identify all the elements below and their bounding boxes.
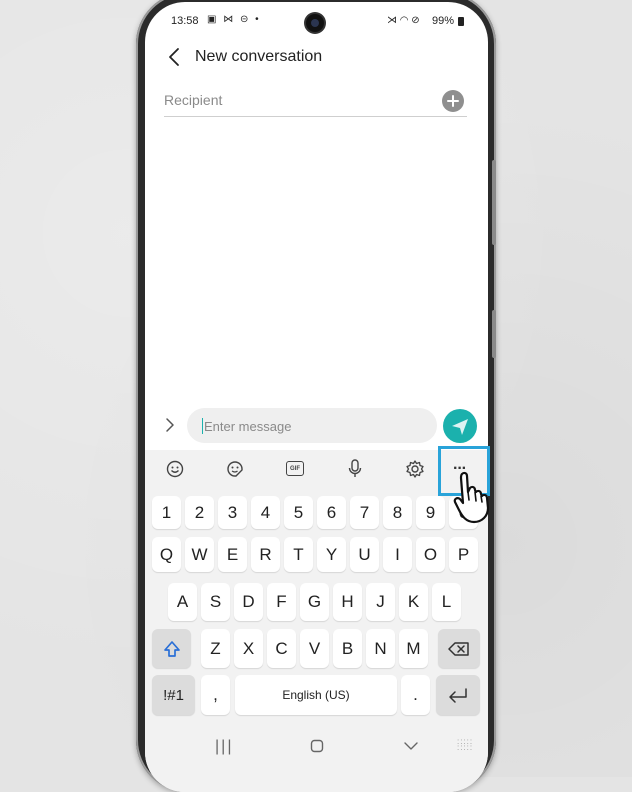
key-2[interactable]: 2 [185, 496, 214, 529]
key-v[interactable]: V [300, 629, 329, 668]
front-camera [306, 14, 324, 32]
key-a[interactable]: A [168, 583, 197, 621]
key-w[interactable]: W [185, 537, 214, 572]
key-f[interactable]: F [267, 583, 296, 621]
status-time: 13:58 [171, 15, 199, 27]
plus-icon [447, 95, 459, 107]
screen: 13:58 ▣ ⋈ ⊝ • ⋊ ◠ ⊘ 99% New conversation… [145, 2, 488, 792]
back-arrow-icon[interactable] [167, 47, 181, 67]
key-h[interactable]: H [333, 583, 362, 621]
message-placeholder: Enter message [204, 419, 292, 434]
key-d[interactable]: D [234, 583, 263, 621]
key-k[interactable]: K [399, 583, 428, 621]
shift-key[interactable] [152, 629, 191, 668]
key-s[interactable]: S [201, 583, 230, 621]
key-m[interactable]: M [399, 629, 428, 668]
key-r[interactable]: R [251, 537, 280, 572]
key-6[interactable]: 6 [317, 496, 346, 529]
emoji-icon[interactable] [165, 459, 185, 479]
key-n[interactable]: N [366, 629, 395, 668]
key-p[interactable]: P [449, 537, 478, 572]
notification-icons: ▣ ⋈ ⊝ • [207, 14, 261, 25]
signal-icons: ⋊ ◠ ⊘ [387, 15, 420, 26]
expand-chevron-icon[interactable] [165, 417, 175, 433]
key-q[interactable]: Q [152, 537, 181, 572]
battery-icon [458, 17, 464, 26]
key-y[interactable]: Y [317, 537, 346, 572]
key-1[interactable]: 1 [152, 496, 181, 529]
key-4[interactable]: 4 [251, 496, 280, 529]
key-j[interactable]: J [366, 583, 395, 621]
recent-apps-button[interactable]: ||| [215, 738, 233, 756]
shift-icon [163, 640, 180, 657]
recipient-underline [164, 116, 467, 117]
recipient-input[interactable]: Recipient [164, 92, 222, 108]
gif-button[interactable]: GIF [286, 461, 304, 476]
key-b[interactable]: B [333, 629, 362, 668]
backspace-icon [448, 641, 469, 656]
enter-icon [449, 688, 467, 703]
key-u[interactable]: U [350, 537, 379, 572]
send-button[interactable] [443, 409, 477, 443]
key-o[interactable]: O [416, 537, 445, 572]
enter-key[interactable] [436, 675, 480, 715]
home-button[interactable] [310, 739, 324, 753]
backspace-key[interactable] [438, 629, 480, 668]
key-l[interactable]: L [432, 583, 461, 621]
key-t[interactable]: T [284, 537, 313, 572]
volume-button [492, 160, 496, 245]
hide-keyboard-button[interactable] [403, 740, 419, 752]
message-input[interactable]: Enter message [187, 408, 437, 443]
key-g[interactable]: G [300, 583, 329, 621]
symbols-key[interactable]: !#1 [152, 675, 195, 715]
space-key[interactable]: English (US) [235, 675, 397, 715]
key-7[interactable]: 7 [350, 496, 379, 529]
page-title: New conversation [195, 48, 323, 65]
key-5[interactable]: 5 [284, 496, 313, 529]
gear-icon[interactable] [405, 459, 425, 479]
send-icon [452, 419, 468, 435]
key-c[interactable]: C [267, 629, 296, 668]
add-recipient-button[interactable] [442, 90, 464, 112]
microphone-icon[interactable] [346, 458, 364, 480]
text-cursor [202, 418, 203, 434]
key-i[interactable]: I [383, 537, 412, 572]
comma-key[interactable]: , [201, 675, 230, 715]
key-x[interactable]: X [234, 629, 263, 668]
keyboard-switch-icon[interactable]: :::::::::: [457, 738, 473, 752]
power-button [492, 310, 496, 358]
key-3[interactable]: 3 [218, 496, 247, 529]
key-z[interactable]: Z [201, 629, 230, 668]
key-8[interactable]: 8 [383, 496, 412, 529]
sticker-icon[interactable] [225, 459, 245, 479]
period-key[interactable]: . [401, 675, 430, 715]
battery-level: 99% [432, 15, 455, 27]
key-9[interactable]: 9 [416, 496, 445, 529]
pointing-hand-icon [453, 471, 490, 524]
key-e[interactable]: E [218, 537, 247, 572]
